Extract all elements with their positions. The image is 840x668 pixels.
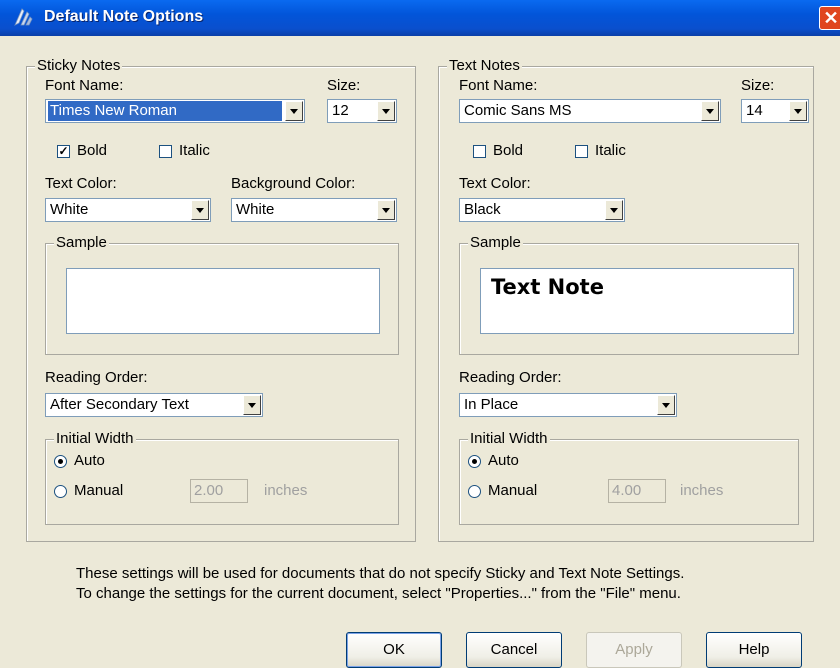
text-reading-order-select[interactable]: In Place — [459, 393, 677, 417]
text-font-name-label: Font Name: — [459, 77, 538, 94]
text-units-label: inches — [680, 482, 724, 499]
sticky-italic-checkbox[interactable] — [159, 145, 172, 158]
sticky-bg-color-label: Background Color: — [231, 175, 356, 192]
text-size-value: 14 — [746, 102, 763, 119]
apply-button[interactable]: Apply — [586, 632, 682, 668]
sticky-italic-label: Italic — [179, 142, 210, 159]
text-manual-radio[interactable] — [468, 485, 481, 498]
text-size-select[interactable]: 14 — [741, 99, 809, 123]
text-text-color-value: Black — [464, 201, 501, 218]
text-notes-group: Text Notes Font Name: Comic Sans MS Size… — [438, 58, 814, 542]
sticky-bold-checkbox[interactable]: ✓ — [57, 145, 70, 158]
text-sample-group: Sample Text Note — [459, 235, 799, 355]
sticky-text-color-select[interactable]: White — [45, 198, 211, 222]
text-manual-label: Manual — [488, 482, 538, 499]
text-font-name-value: Comic Sans MS — [464, 102, 572, 119]
sticky-font-name-label: Font Name: — [45, 77, 124, 94]
sticky-size-value: 12 — [332, 102, 349, 119]
text-sample-legend: Sample — [468, 234, 523, 251]
title-bar[interactable]: Default Note Options ✕ — [0, 0, 840, 36]
close-button[interactable]: ✕ — [819, 6, 840, 30]
info-line-2: To change the settings for the current d… — [76, 585, 681, 602]
sticky-bold-label: Bold — [77, 142, 108, 159]
text-sample-text: Text Note — [491, 275, 604, 299]
sticky-bg-color-value: White — [236, 201, 275, 218]
text-text-color-select[interactable]: Black — [459, 198, 625, 222]
sticky-notes-legend: Sticky Notes — [35, 57, 123, 74]
sticky-font-name-select[interactable]: Times New Roman — [45, 99, 305, 123]
text-reading-order-label: Reading Order: — [459, 369, 562, 386]
sticky-reading-order-value: After Secondary Text — [50, 396, 189, 413]
app-icon — [14, 8, 33, 26]
close-icon: ✕ — [823, 8, 839, 28]
text-auto-label: Auto — [488, 452, 519, 469]
sticky-auto-label: Auto — [74, 452, 105, 469]
text-manual-width-input[interactable]: 4.00 — [608, 479, 666, 503]
cancel-button[interactable]: Cancel — [466, 632, 562, 668]
text-initial-width-group: Initial Width Auto Manual 4.00 inches — [459, 431, 799, 525]
info-line-1: These settings will be used for document… — [76, 565, 685, 582]
chevron-down-icon[interactable] — [605, 200, 623, 220]
sticky-size-select[interactable]: 12 — [327, 99, 397, 123]
sticky-auto-radio[interactable] — [54, 455, 67, 468]
chevron-down-icon[interactable] — [789, 101, 807, 121]
sticky-text-color-value: White — [50, 201, 89, 218]
chevron-down-icon[interactable] — [377, 200, 395, 220]
chevron-down-icon[interactable] — [657, 395, 675, 415]
chevron-down-icon[interactable] — [377, 101, 395, 121]
sticky-text-color-label: Text Color: — [45, 175, 117, 192]
chevron-down-icon[interactable] — [243, 395, 261, 415]
text-italic-label: Italic — [595, 142, 626, 159]
text-reading-order-value: In Place — [464, 396, 519, 413]
text-size-label: Size: — [741, 77, 775, 94]
text-initial-width-legend: Initial Width — [468, 430, 550, 447]
sticky-notes-group: Sticky Notes Font Name: Times New Roman … — [26, 58, 416, 542]
chevron-down-icon[interactable] — [285, 101, 303, 121]
chevron-down-icon[interactable] — [701, 101, 719, 121]
text-text-color-label: Text Color: — [459, 175, 531, 192]
sticky-font-name-value: Times New Roman — [48, 101, 282, 121]
window-title: Default Note Options — [44, 8, 204, 25]
sticky-manual-label: Manual — [74, 482, 124, 499]
sticky-manual-width-input[interactable]: 2.00 — [190, 479, 248, 503]
sticky-sample-group: Sample — [45, 235, 399, 355]
text-auto-radio[interactable] — [468, 455, 481, 468]
chevron-down-icon[interactable] — [191, 200, 209, 220]
text-italic-checkbox[interactable] — [575, 145, 588, 158]
sticky-manual-radio[interactable] — [54, 485, 67, 498]
sticky-sample-preview — [66, 268, 380, 334]
dialog-body: Sticky Notes Font Name: Times New Roman … — [0, 36, 840, 668]
sticky-units-label: inches — [264, 482, 308, 499]
text-font-name-select[interactable]: Comic Sans MS — [459, 99, 721, 123]
sticky-reading-order-label: Reading Order: — [45, 369, 148, 386]
sticky-bg-color-select[interactable]: White — [231, 198, 397, 222]
text-sample-preview: Text Note — [480, 268, 794, 334]
sticky-reading-order-select[interactable]: After Secondary Text — [45, 393, 263, 417]
help-button[interactable]: Help — [706, 632, 802, 668]
sticky-initial-width-group: Initial Width Auto Manual 2.00 inches — [45, 431, 399, 525]
text-bold-checkbox[interactable] — [473, 145, 486, 158]
ok-button[interactable]: OK — [346, 632, 442, 668]
text-notes-legend: Text Notes — [447, 57, 522, 74]
sticky-initial-width-legend: Initial Width — [54, 430, 136, 447]
sticky-sample-legend: Sample — [54, 234, 109, 251]
text-bold-label: Bold — [493, 142, 524, 159]
sticky-size-label: Size: — [327, 77, 361, 94]
